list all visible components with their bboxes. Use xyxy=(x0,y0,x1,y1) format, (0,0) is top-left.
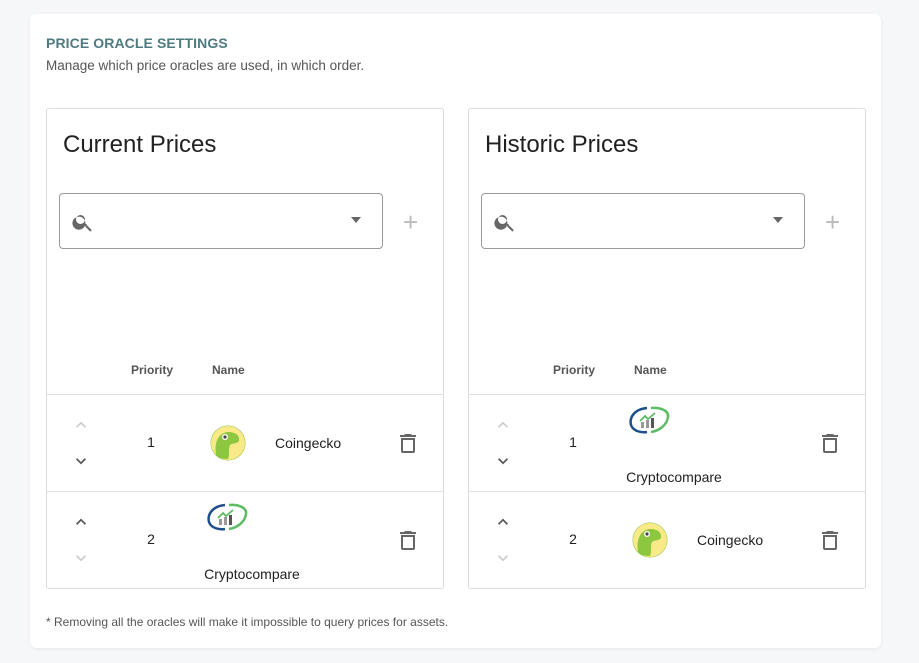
add-oracle-button[interactable]: + xyxy=(825,209,840,235)
footnote: * Removing all the oracles will make it … xyxy=(46,615,449,629)
chevron-down-icon xyxy=(493,548,513,568)
chevron-up-icon[interactable] xyxy=(71,512,91,532)
column-priority: Priority xyxy=(553,363,596,377)
table-row: 2 Cryptocompare xyxy=(47,492,443,589)
column-name: Name xyxy=(212,363,245,377)
table-row: 1 Cryptocompare xyxy=(469,395,865,492)
column-name: Name xyxy=(634,363,667,377)
oracle-search-select[interactable] xyxy=(481,193,805,249)
panel-title: Historic Prices xyxy=(485,131,639,158)
price-oracle-settings-card: PRICE ORACLE SETTINGS Manage which price… xyxy=(30,14,881,648)
chevron-up-icon[interactable] xyxy=(493,512,513,532)
oracle-name: Cryptocompare xyxy=(204,566,300,582)
table-header: Priority Name xyxy=(47,355,443,395)
coingecko-logo-icon xyxy=(632,522,668,558)
current-prices-panel: Current Prices + Priority Name 1 Coingec… xyxy=(46,108,444,589)
cryptocompare-logo-icon xyxy=(205,502,249,532)
menu-down-icon[interactable] xyxy=(350,216,362,224)
table-row: 1 Coingecko xyxy=(47,395,443,492)
priority-value: 2 xyxy=(147,531,155,547)
priority-value: 1 xyxy=(569,434,577,450)
oracle-search-select[interactable] xyxy=(59,193,383,249)
priority-value: 2 xyxy=(569,531,577,547)
coingecko-logo-icon xyxy=(210,425,246,461)
column-priority: Priority xyxy=(131,363,174,377)
trash-icon[interactable] xyxy=(399,433,417,453)
priority-value: 1 xyxy=(147,434,155,450)
table-header: Priority Name xyxy=(469,355,865,395)
oracle-name: Coingecko xyxy=(275,435,342,451)
add-oracle-button[interactable]: + xyxy=(403,209,418,235)
section-title: PRICE ORACLE SETTINGS xyxy=(46,35,228,51)
panel-title: Current Prices xyxy=(63,131,217,158)
section-subtitle: Manage which price oracles are used, in … xyxy=(46,58,365,73)
trash-icon[interactable] xyxy=(399,530,417,550)
trash-icon[interactable] xyxy=(821,433,839,453)
search-icon xyxy=(493,210,517,234)
chevron-up-icon xyxy=(71,415,91,435)
cryptocompare-logo-icon xyxy=(627,405,671,435)
menu-down-icon[interactable] xyxy=(772,216,784,224)
table-row: 2 Coingecko xyxy=(469,492,865,589)
oracle-name: Coingecko xyxy=(697,532,764,548)
chevron-down-icon xyxy=(71,548,91,568)
search-icon xyxy=(71,210,95,234)
chevron-down-icon[interactable] xyxy=(71,451,91,471)
chevron-down-icon[interactable] xyxy=(493,451,513,471)
chevron-up-icon xyxy=(493,415,513,435)
trash-icon[interactable] xyxy=(821,530,839,550)
oracle-name: Cryptocompare xyxy=(626,469,722,485)
historic-prices-panel: Historic Prices + Priority Name 1 Crypto… xyxy=(468,108,866,589)
